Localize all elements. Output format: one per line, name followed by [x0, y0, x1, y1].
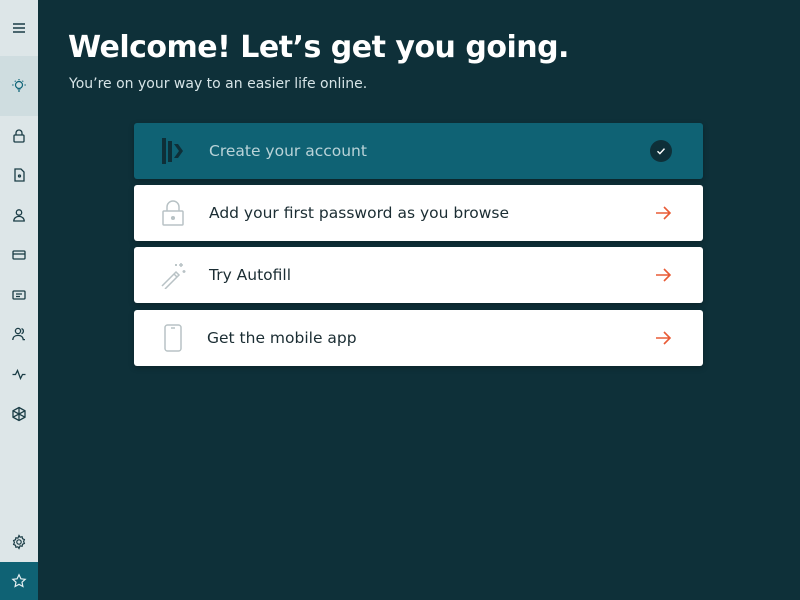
- magic-wand-icon: [158, 259, 188, 291]
- sidebar-item-settings[interactable]: [0, 522, 38, 562]
- step-try-autofill[interactable]: Try Autofill: [134, 247, 703, 303]
- sidebar-item-secure-notes[interactable]: [0, 155, 38, 195]
- page-subtitle: You’re on your way to an easier life onl…: [69, 76, 368, 92]
- sharing-icon: [12, 327, 25, 341]
- star-icon: [11, 573, 27, 588]
- lock-icon: [158, 197, 188, 229]
- person-icon: [13, 209, 25, 222]
- sidebar-item-onboarding[interactable]: [0, 56, 38, 116]
- step-label: Get the mobile app: [207, 329, 357, 347]
- arrow-right-icon: [656, 268, 672, 282]
- step-get-mobile-app[interactable]: Get the mobile app: [134, 310, 703, 366]
- sidebar-item-ids[interactable]: [0, 275, 38, 315]
- phone-icon: [158, 322, 188, 354]
- dashlane-logo-icon: [158, 135, 188, 167]
- arrow-right-icon: [656, 331, 672, 345]
- arrow-right-icon: [656, 206, 672, 220]
- cube-icon: [12, 406, 26, 422]
- id-card-icon: [12, 290, 26, 300]
- sidebar-item-password-health[interactable]: [0, 354, 38, 394]
- sidebar-item-sharing[interactable]: [0, 314, 38, 354]
- credit-card-icon: [12, 250, 26, 260]
- step-label: Create your account: [209, 142, 367, 160]
- sidebar-item-passwords[interactable]: [0, 116, 38, 156]
- lightbulb-icon: [12, 79, 26, 92]
- page-title: Welcome! Let’s get you going.: [68, 30, 569, 65]
- lock-icon: [13, 129, 25, 143]
- menu-icon[interactable]: [0, 8, 38, 48]
- sidebar-item-premium[interactable]: [0, 562, 38, 600]
- gear-icon: [12, 534, 26, 550]
- sidebar-item-payments[interactable]: [0, 235, 38, 275]
- step-create-account[interactable]: Create your account: [134, 123, 703, 179]
- check-icon: [650, 140, 672, 162]
- sidebar: [0, 0, 38, 600]
- secure-note-icon: [14, 168, 25, 182]
- step-add-password[interactable]: Add your first password as you browse: [134, 185, 703, 241]
- sidebar-item-personal-info[interactable]: [0, 195, 38, 235]
- step-label: Try Autofill: [209, 266, 292, 284]
- activity-icon: [12, 368, 26, 381]
- sidebar-item-vpn[interactable]: [0, 394, 38, 434]
- step-label: Add your first password as you browse: [209, 204, 509, 222]
